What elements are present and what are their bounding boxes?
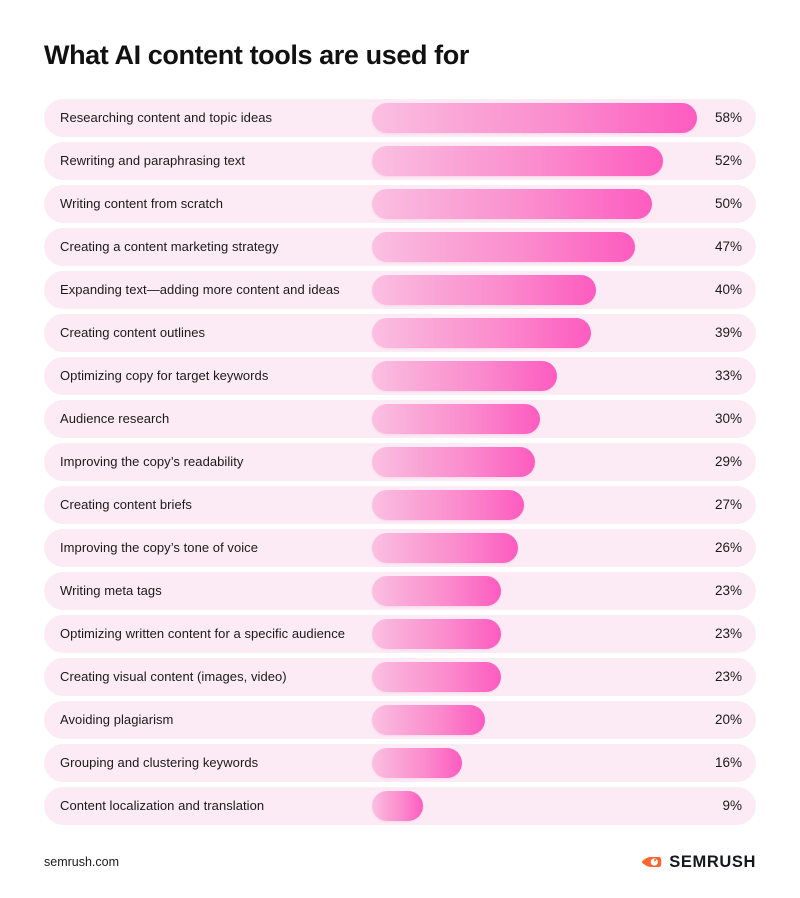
chart-row-value: 47% [714,239,742,254]
chart-row-value: 23% [714,583,742,598]
chart-bar-track [372,318,756,348]
chart-row-value: 26% [714,540,742,555]
chart-bar [372,748,462,778]
chart-bar [372,662,501,692]
chart-bar-track [372,447,756,477]
chart-bar-track [372,619,756,649]
chart-bar [372,533,518,563]
chart-row-label: Audience research [60,411,170,426]
chart-bar-track [372,361,756,391]
chart-row-label: Avoiding plagiarism [60,712,174,727]
chart-row: Writing content from scratch 50% [44,185,756,223]
chart-row-label: Optimizing copy for target keywords [60,368,269,383]
chart-row: Improving the copy’s tone of voice 26% [44,529,756,567]
chart-row-label: Improving the copy’s tone of voice [60,540,259,555]
chart-row-label: Writing content from scratch [60,196,223,211]
chart-row: Grouping and clustering keywords 16% [44,744,756,782]
chart-row-value: 23% [714,626,742,641]
chart-bar-track [372,662,756,692]
chart-bar [372,490,524,520]
chart-row: Avoiding plagiarism 20% [44,701,756,739]
chart-row-value: 29% [714,454,742,469]
chart-row: Creating visual content (images, video) 2… [44,658,756,696]
chart-bar-track [372,705,756,735]
infographic-root: What AI content tools are used for Resea… [0,0,800,898]
semrush-logo: SEMRUSH [640,851,756,873]
chart-row-label: Writing meta tags [60,583,162,598]
chart-row-label: Creating content outlines [60,325,206,340]
bar-chart: Researching content and topic ideas 58% Re… [44,99,756,830]
chart-row: Rewriting and paraphrasing text 52% [44,142,756,180]
chart-bar-track [372,404,756,434]
chart-row: Creating a content marketing strategy 47% [44,228,756,266]
chart-bar-track [372,103,756,133]
chart-row-label: Improving the copy’s readability [60,454,244,469]
chart-row-label: Creating content briefs [60,497,192,512]
chart-row-label: Grouping and clustering keywords [60,755,259,770]
chart-row: Researching content and topic ideas 58% [44,99,756,137]
semrush-comet-icon [641,857,662,867]
chart-row-value: 20% [714,712,742,727]
chart-bar-track [372,232,756,262]
chart-row-value: 52% [714,153,742,168]
chart-bar [372,576,501,606]
chart-bar [372,189,652,219]
chart-row-value: 39% [714,325,742,340]
chart-row-value: 27% [714,497,742,512]
chart-bar [372,791,423,821]
chart-row-label: Expanding text—adding more content and i… [60,282,340,297]
chart-row-label: Creating visual content (images, video) [60,669,287,684]
chart-bar [372,146,663,176]
chart-row: Audience research 30% [44,400,756,438]
chart-bar-track [372,533,756,563]
chart-row: Creating content outlines 39% [44,314,756,352]
chart-row: Optimizing written content for a specifi… [44,615,756,653]
chart-row: Expanding text—adding more content and i… [44,271,756,309]
chart-bar-track [372,748,756,778]
chart-bar [372,404,540,434]
page-title: What AI content tools are used for [44,40,469,70]
chart-bar-track [372,490,756,520]
chart-bar [372,361,557,391]
chart-bar [372,619,501,649]
chart-bar [372,103,697,133]
chart-row: Creating content briefs 27% [44,486,756,524]
chart-row-label: Researching content and topic ideas [60,110,273,125]
footer: semrush.com SEMRUSH [44,851,756,875]
footer-url: semrush.com [44,855,120,869]
chart-bar [372,318,591,348]
chart-row-value: 33% [714,368,742,383]
chart-row-label: Optimizing written content for a specifi… [60,626,346,641]
chart-row-label: Rewriting and paraphrasing text [60,153,246,168]
chart-row-value: 9% [722,798,742,813]
chart-row-value: 50% [714,196,742,211]
chart-row-value: 40% [714,282,742,297]
chart-bar-track [372,189,756,219]
chart-bar-track [372,146,756,176]
chart-bar [372,275,596,305]
chart-row-value: 58% [714,110,742,125]
chart-row-label: Content localization and translation [60,798,265,813]
chart-row-value: 30% [714,411,742,426]
chart-bar [372,447,535,477]
chart-bar [372,705,485,735]
chart-row: Writing meta tags 23% [44,572,756,610]
chart-bar-track [372,791,756,821]
chart-bar-track [372,275,756,305]
chart-row: Content localization and translation 9% [44,787,756,825]
chart-row-label: Creating a content marketing strategy [60,239,279,254]
chart-bar [372,232,635,262]
chart-row: Improving the copy’s readability 29% [44,443,756,481]
chart-row: Optimizing copy for target keywords 33% [44,357,756,395]
brand-name: SEMRUSH [669,852,756,871]
chart-row-value: 16% [714,755,742,770]
chart-bar-track [372,576,756,606]
chart-row-value: 23% [714,669,742,684]
